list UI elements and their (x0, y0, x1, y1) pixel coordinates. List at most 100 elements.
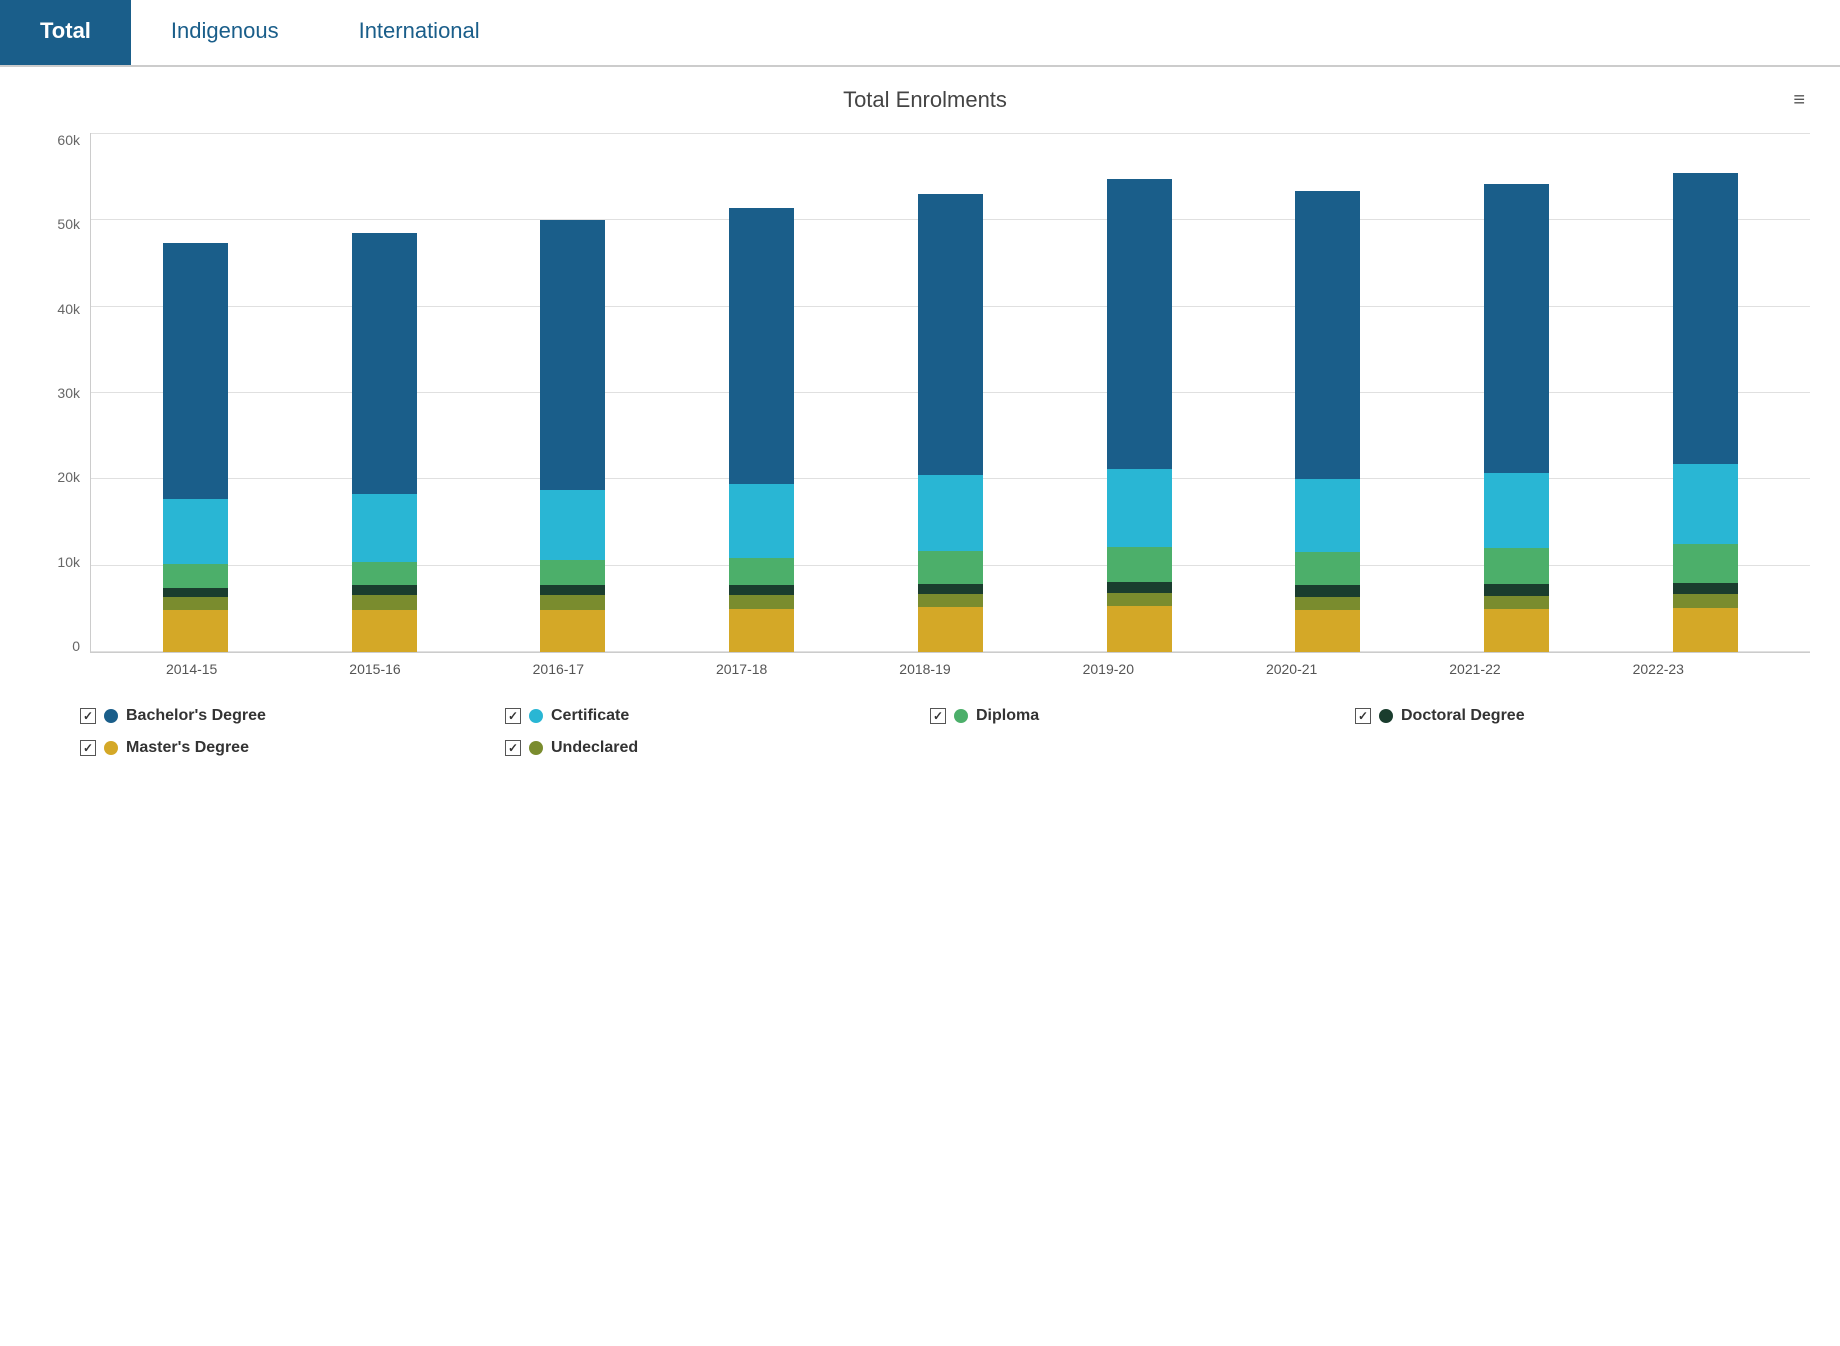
tab-total[interactable]: Total (0, 0, 131, 65)
bar-segment-diploma (1107, 547, 1172, 582)
bar-segment-undeclared (352, 595, 417, 610)
y-axis: 0 10k 20k 30k 40k 50k 60k (40, 133, 90, 653)
bar-segment-masters (163, 610, 228, 652)
legend-checkbox[interactable]: ✓ (505, 708, 521, 724)
bar-group (1482, 184, 1552, 652)
y-axis-label: 50k (40, 217, 80, 231)
bar-group (160, 243, 230, 652)
bar-segment-diploma (1295, 552, 1360, 585)
bar-segment-bachelors (1295, 191, 1360, 479)
legend-checkbox[interactable]: ✓ (1355, 708, 1371, 724)
bar-segment-doctoral (1107, 582, 1172, 593)
bar-segment-masters (540, 610, 605, 652)
menu-icon[interactable]: ≡ (1793, 89, 1805, 112)
legend-item[interactable]: ✓ Master's Degree (80, 739, 495, 757)
x-axis-label: 2018-19 (899, 661, 950, 677)
legend-label: Bachelor's Degree (126, 707, 266, 725)
chart-area: 0 10k 20k 30k 40k 50k 60k (40, 133, 1810, 653)
bar-segment-doctoral (918, 584, 983, 594)
y-axis-label: 0 (40, 639, 80, 653)
bar-segment-diploma (918, 551, 983, 584)
legend-item[interactable]: ✓Doctoral Degree (1355, 707, 1770, 725)
y-axis-label: 40k (40, 302, 80, 316)
legend-label: Diploma (976, 707, 1039, 725)
x-axis-label: 2022-23 (1633, 661, 1684, 677)
bar-segment-bachelors (352, 233, 417, 495)
bar-segment-certificate (1484, 473, 1549, 548)
y-axis-label: 30k (40, 386, 80, 400)
x-axis-label: 2017-18 (716, 661, 767, 677)
legend-label: Certificate (551, 707, 629, 725)
y-axis-label: 10k (40, 555, 80, 569)
bar-segment-masters (1673, 608, 1738, 652)
bar-segment-certificate (352, 494, 417, 562)
bar-segment-diploma (729, 558, 794, 586)
bar-group (1293, 191, 1363, 652)
bars-wrapper (91, 133, 1810, 652)
bar-segment-bachelors (1673, 173, 1738, 464)
bar-segment-doctoral (540, 585, 605, 595)
bar-segment-bachelors (540, 220, 605, 490)
bar-segment-undeclared (1107, 593, 1172, 606)
legend-item[interactable]: ✓ Undeclared (505, 739, 920, 757)
bar-segment-masters (729, 609, 794, 652)
bar-segment-bachelors (918, 194, 983, 476)
legend-checkbox[interactable]: ✓ (930, 708, 946, 724)
bar-segment-masters (1295, 610, 1360, 652)
bar-segment-undeclared (163, 597, 228, 611)
bar-segment-certificate (729, 484, 794, 558)
legend-color-dot (529, 741, 543, 755)
bar-segment-diploma (163, 564, 228, 588)
bar-group (1671, 173, 1741, 652)
bar-segment-undeclared (1673, 594, 1738, 608)
bar-segment-undeclared (1295, 597, 1360, 610)
tab-international[interactable]: International (319, 0, 520, 65)
bar-segment-certificate (1295, 479, 1360, 553)
legend-label: Undeclared (551, 739, 638, 757)
tab-bar: Total Indigenous International (0, 0, 1840, 67)
bar-group (349, 233, 419, 652)
legend-color-dot (954, 709, 968, 723)
bar-group (727, 208, 797, 652)
bar-segment-bachelors (163, 243, 228, 499)
bar-segment-bachelors (729, 208, 794, 484)
legend-color-dot (529, 709, 543, 723)
legend-checkbox[interactable]: ✓ (80, 708, 96, 724)
legend-item[interactable]: ✓ Diploma (930, 707, 1345, 725)
bar-segment-undeclared (918, 594, 983, 607)
legend-checkbox[interactable]: ✓ (80, 740, 96, 756)
x-axis-label: 2016-17 (533, 661, 584, 677)
bar-segment-doctoral (352, 585, 417, 595)
x-axis-label: 2021-22 (1449, 661, 1500, 677)
y-axis-label: 20k (40, 470, 80, 484)
legend-label: Master's Degree (126, 739, 249, 757)
bar-segment-diploma (352, 562, 417, 585)
bar-group (538, 220, 608, 652)
bar-segment-doctoral (729, 585, 794, 595)
x-axis-label: 2019-20 (1083, 661, 1134, 677)
bar-segment-bachelors (1107, 179, 1172, 469)
bar-segment-doctoral (1295, 585, 1360, 596)
bar-segment-undeclared (729, 595, 794, 609)
bar-segment-certificate (918, 475, 983, 550)
y-axis-label: 60k (40, 133, 80, 147)
bar-segment-masters (918, 607, 983, 652)
tab-indigenous[interactable]: Indigenous (131, 0, 319, 65)
chart-inner (90, 133, 1810, 653)
bar-segment-doctoral (1673, 583, 1738, 594)
bar-segment-doctoral (163, 588, 228, 597)
bar-segment-diploma (1673, 544, 1738, 583)
x-axis-label: 2014-15 (166, 661, 217, 677)
bar-segment-certificate (163, 499, 228, 564)
bar-segment-diploma (540, 560, 605, 585)
legend-color-dot (1379, 709, 1393, 723)
bar-segment-doctoral (1484, 584, 1549, 595)
legend-item[interactable]: ✓ Certificate (505, 707, 920, 725)
legend-checkbox[interactable]: ✓ (505, 740, 521, 756)
chart-container: Total Enrolments ≡ 010k20k30k40k50k60k 2… (0, 67, 1840, 797)
bar-segment-masters (1107, 606, 1172, 652)
x-labels: 2014-152015-162016-172017-182018-192019-… (40, 653, 1810, 677)
legend-item[interactable]: ✓ Bachelor's Degree (80, 707, 495, 725)
bar-segment-bachelors (1484, 184, 1549, 473)
bar-segment-certificate (540, 490, 605, 560)
